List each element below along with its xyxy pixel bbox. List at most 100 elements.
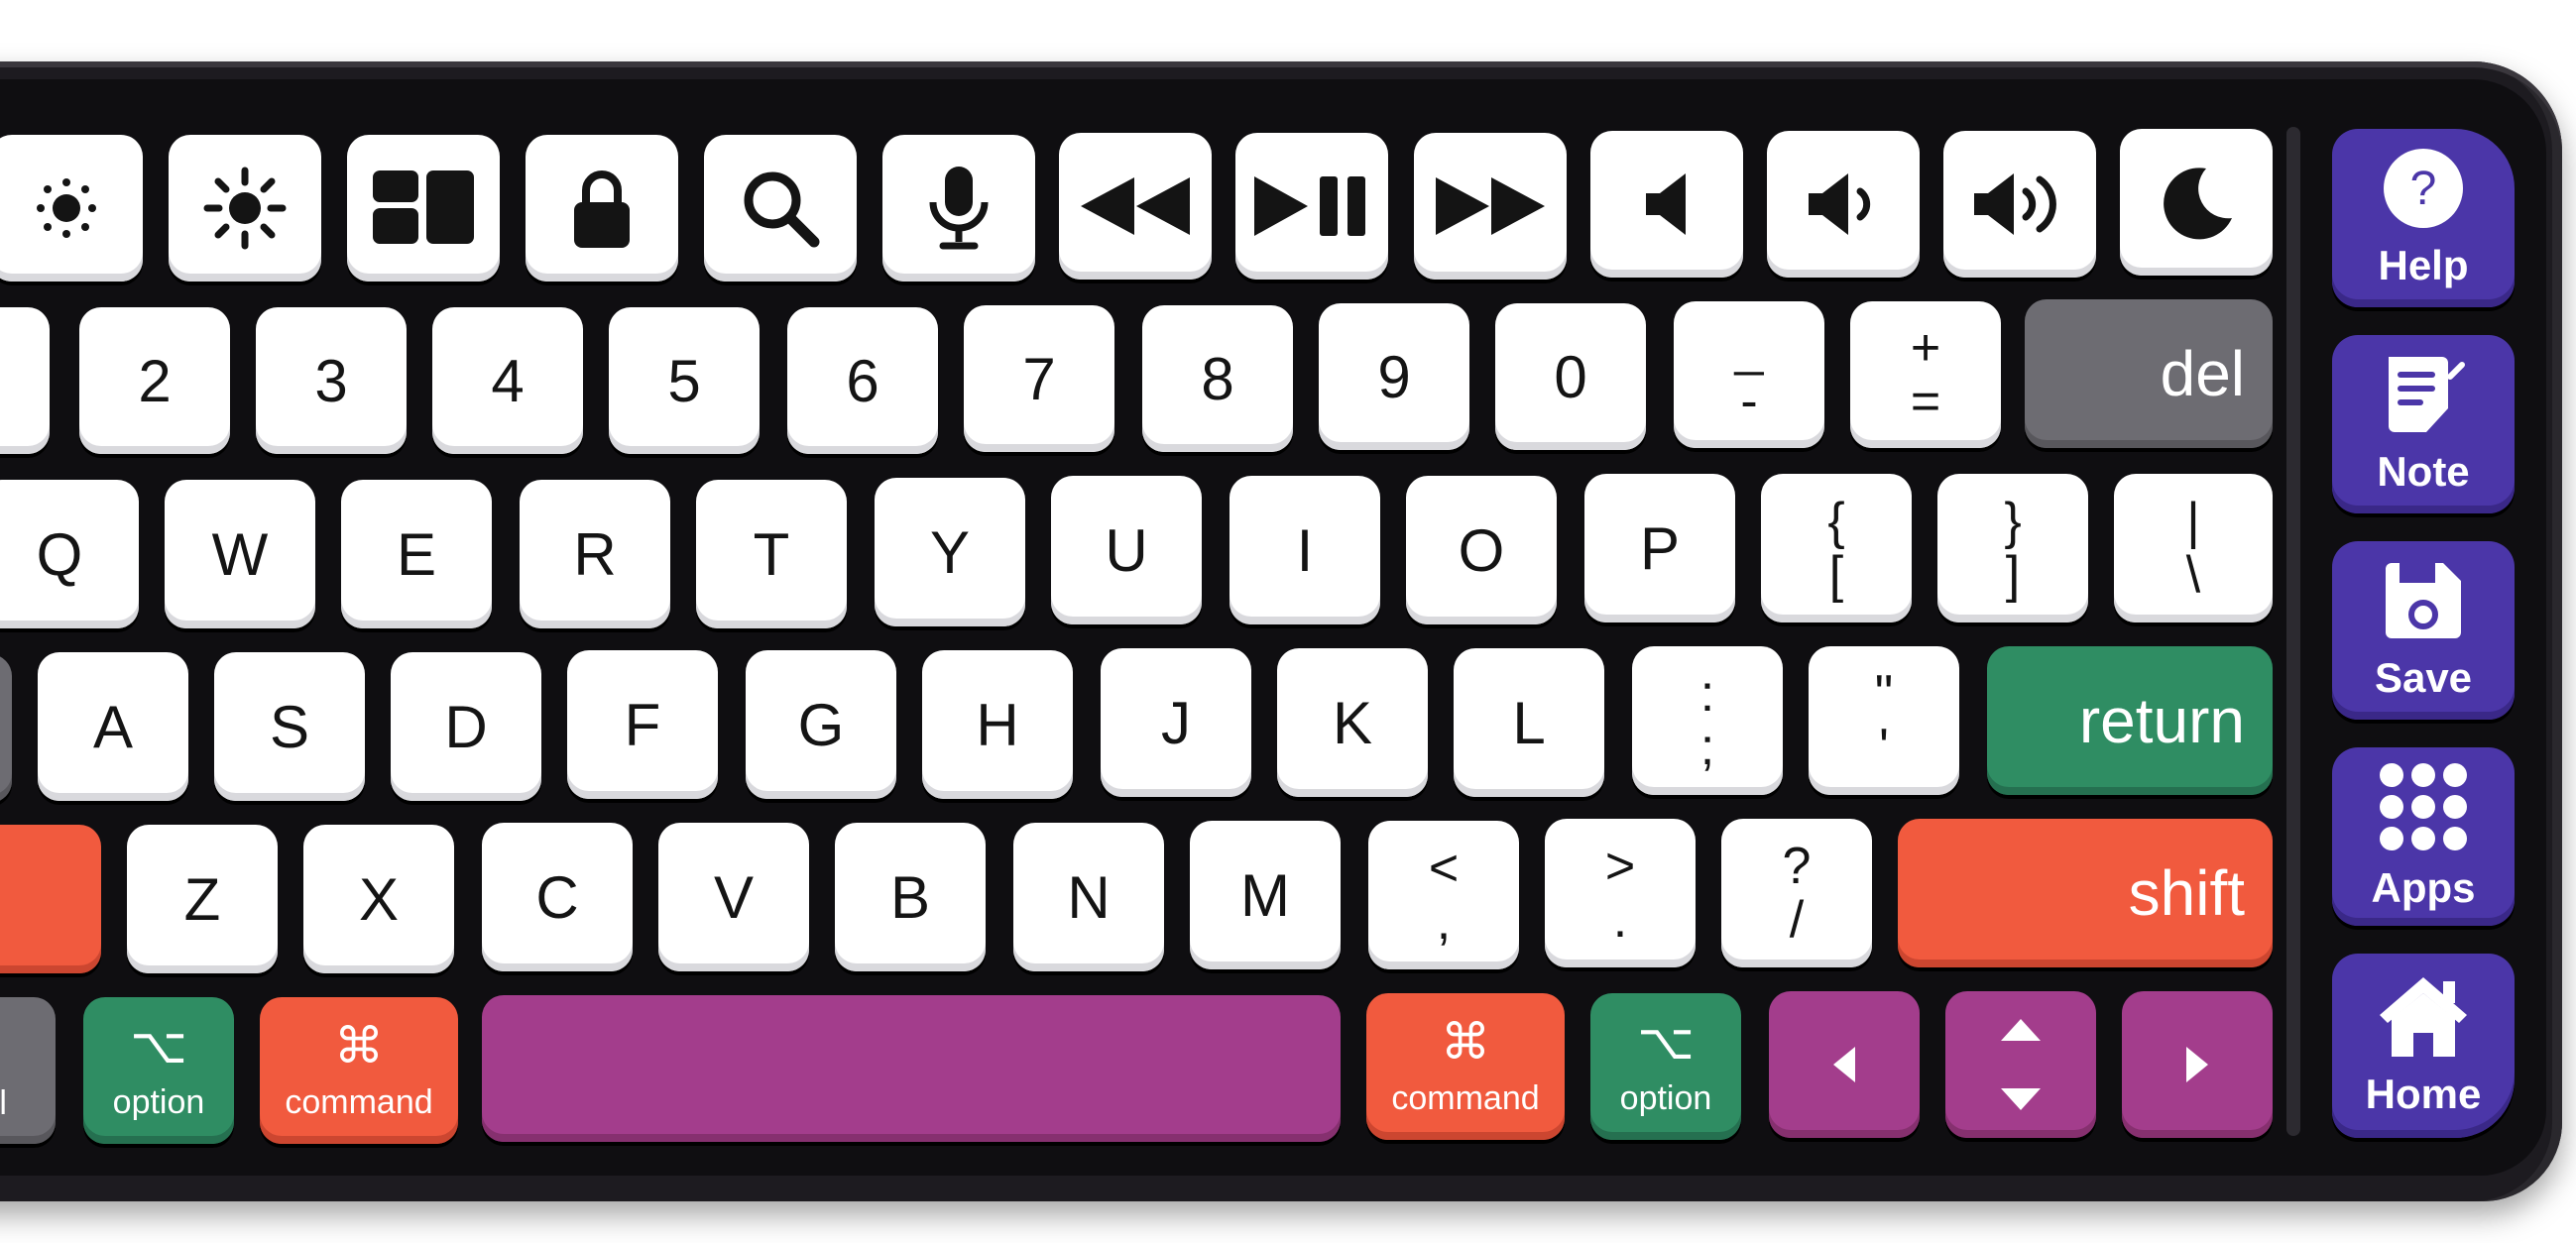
key-f[interactable]: F [567,650,718,799]
key-right-bracket[interactable]: } ] [1937,474,2088,622]
key-m[interactable]: M [1190,821,1341,969]
key-v[interactable]: V [658,823,809,971]
key-n[interactable]: N [1013,823,1164,971]
key-y[interactable]: Y [875,478,1025,626]
key-label: = [1910,373,1941,430]
arrow-right-key[interactable] [2122,991,2273,1138]
key-comma[interactable]: < , [1368,821,1519,969]
key-left-bracket[interactable]: { [ [1761,474,1912,622]
key-8[interactable]: 8 [1142,305,1293,452]
arrow-up-down-icon [2001,1019,2041,1110]
key-1-partial[interactable] [0,307,50,454]
note-button[interactable]: Note [2332,335,2515,513]
key-label: / [1789,891,1805,949]
key-9[interactable]: 9 [1319,303,1469,450]
key-label: N [1067,863,1111,931]
key-w[interactable]: W [165,480,315,628]
volume-down-icon [1809,173,1871,235]
left-shift-key-partial[interactable] [0,825,101,973]
key-6[interactable]: 6 [787,307,938,454]
key-2[interactable]: 2 [79,307,230,454]
key-semicolon[interactable]: : ; [1632,646,1783,795]
key-minus[interactable]: _ - [1674,301,1824,448]
arrow-right-icon [2186,1047,2208,1082]
key-period[interactable]: > . [1545,819,1696,967]
key-p[interactable]: P [1584,474,1735,622]
shift-label: shift [2128,857,2245,929]
key-3[interactable]: 3 [256,307,407,454]
key-u[interactable]: U [1051,476,1202,624]
key-j[interactable]: J [1101,648,1251,797]
save-button[interactable]: Save [2332,541,2515,720]
microphone-key[interactable] [882,135,1035,282]
key-quote[interactable]: " ' [1809,646,1959,795]
key-c[interactable]: C [482,823,633,971]
return-label: return [2078,685,2245,756]
command-label: command [285,1083,433,1121]
mute-key[interactable] [1590,131,1743,278]
key-label: 8 [1201,345,1234,412]
return-key[interactable]: return [1987,646,2273,795]
mission-control-key[interactable] [347,135,500,282]
key-label: 3 [314,347,348,414]
key-b[interactable]: B [835,823,986,971]
key-7[interactable]: 7 [964,305,1114,452]
left-option-key[interactable]: ⌥ option [83,997,234,1144]
key-slash[interactable]: ? / [1721,819,1872,967]
search-key[interactable] [704,135,857,282]
key-q[interactable]: Q [0,480,139,628]
control-key-partial[interactable]: rol [0,997,56,1144]
left-command-key[interactable]: ⌘ command [260,997,458,1144]
volume-down-key[interactable] [1767,131,1920,278]
volume-up-key[interactable] [1943,131,2096,278]
arrow-left-key[interactable] [1769,991,1920,1138]
brightness-down-key[interactable] [0,135,143,282]
key-label: \ [2185,546,2201,604]
fast-forward-key[interactable] [1414,133,1567,280]
key-shift-label: | [2186,493,2200,550]
key-backslash[interactable]: | \ [2114,474,2273,622]
key-0[interactable]: 0 [1495,303,1646,450]
key-5[interactable]: 5 [609,307,760,454]
key-h[interactable]: H [922,650,1073,799]
delete-key[interactable]: del [2025,299,2273,448]
right-option-key[interactable]: ⌥ option [1590,993,1741,1140]
home-button[interactable]: Home [2332,954,2515,1138]
key-z[interactable]: Z [127,825,278,973]
right-shift-key[interactable]: shift [1898,819,2273,967]
brightness-up-key[interactable] [169,135,321,282]
caps-lock-key-partial[interactable] [0,654,12,803]
lock-key[interactable] [526,135,678,282]
apps-grid-icon [2380,763,2467,850]
key-x[interactable]: X [303,825,454,973]
key-a[interactable]: A [38,652,188,801]
sleep-key[interactable] [2120,129,2273,276]
play-pause-key[interactable] [1235,133,1388,280]
help-button[interactable]: ? Help [2332,129,2515,307]
key-s[interactable]: S [214,652,365,801]
key-label: I [1296,516,1314,584]
key-t[interactable]: T [696,480,847,628]
key-label: L [1512,689,1546,756]
option-icon: ⌥ [130,1018,187,1074]
key-k[interactable]: K [1277,648,1428,797]
arrow-up-down-key[interactable] [1945,991,2096,1138]
mute-icon [1646,173,1686,235]
key-r[interactable]: R [520,480,670,628]
key-e[interactable]: E [341,480,492,628]
right-command-key[interactable]: ⌘ command [1366,993,1565,1140]
key-label: 2 [138,347,172,414]
rewind-key[interactable] [1059,133,1212,280]
key-d[interactable]: D [391,652,541,801]
space-bar[interactable] [482,995,1341,1142]
key-label: D [444,693,488,760]
key-4[interactable]: 4 [432,307,583,454]
key-i[interactable]: I [1229,476,1380,624]
apps-button[interactable]: Apps [2332,747,2515,926]
lock-icon [574,170,630,248]
key-l[interactable]: L [1454,648,1604,797]
key-equals[interactable]: + = [1850,301,2001,448]
key-g[interactable]: G [746,650,896,799]
key-label: X [358,865,400,933]
key-o[interactable]: O [1406,476,1557,624]
